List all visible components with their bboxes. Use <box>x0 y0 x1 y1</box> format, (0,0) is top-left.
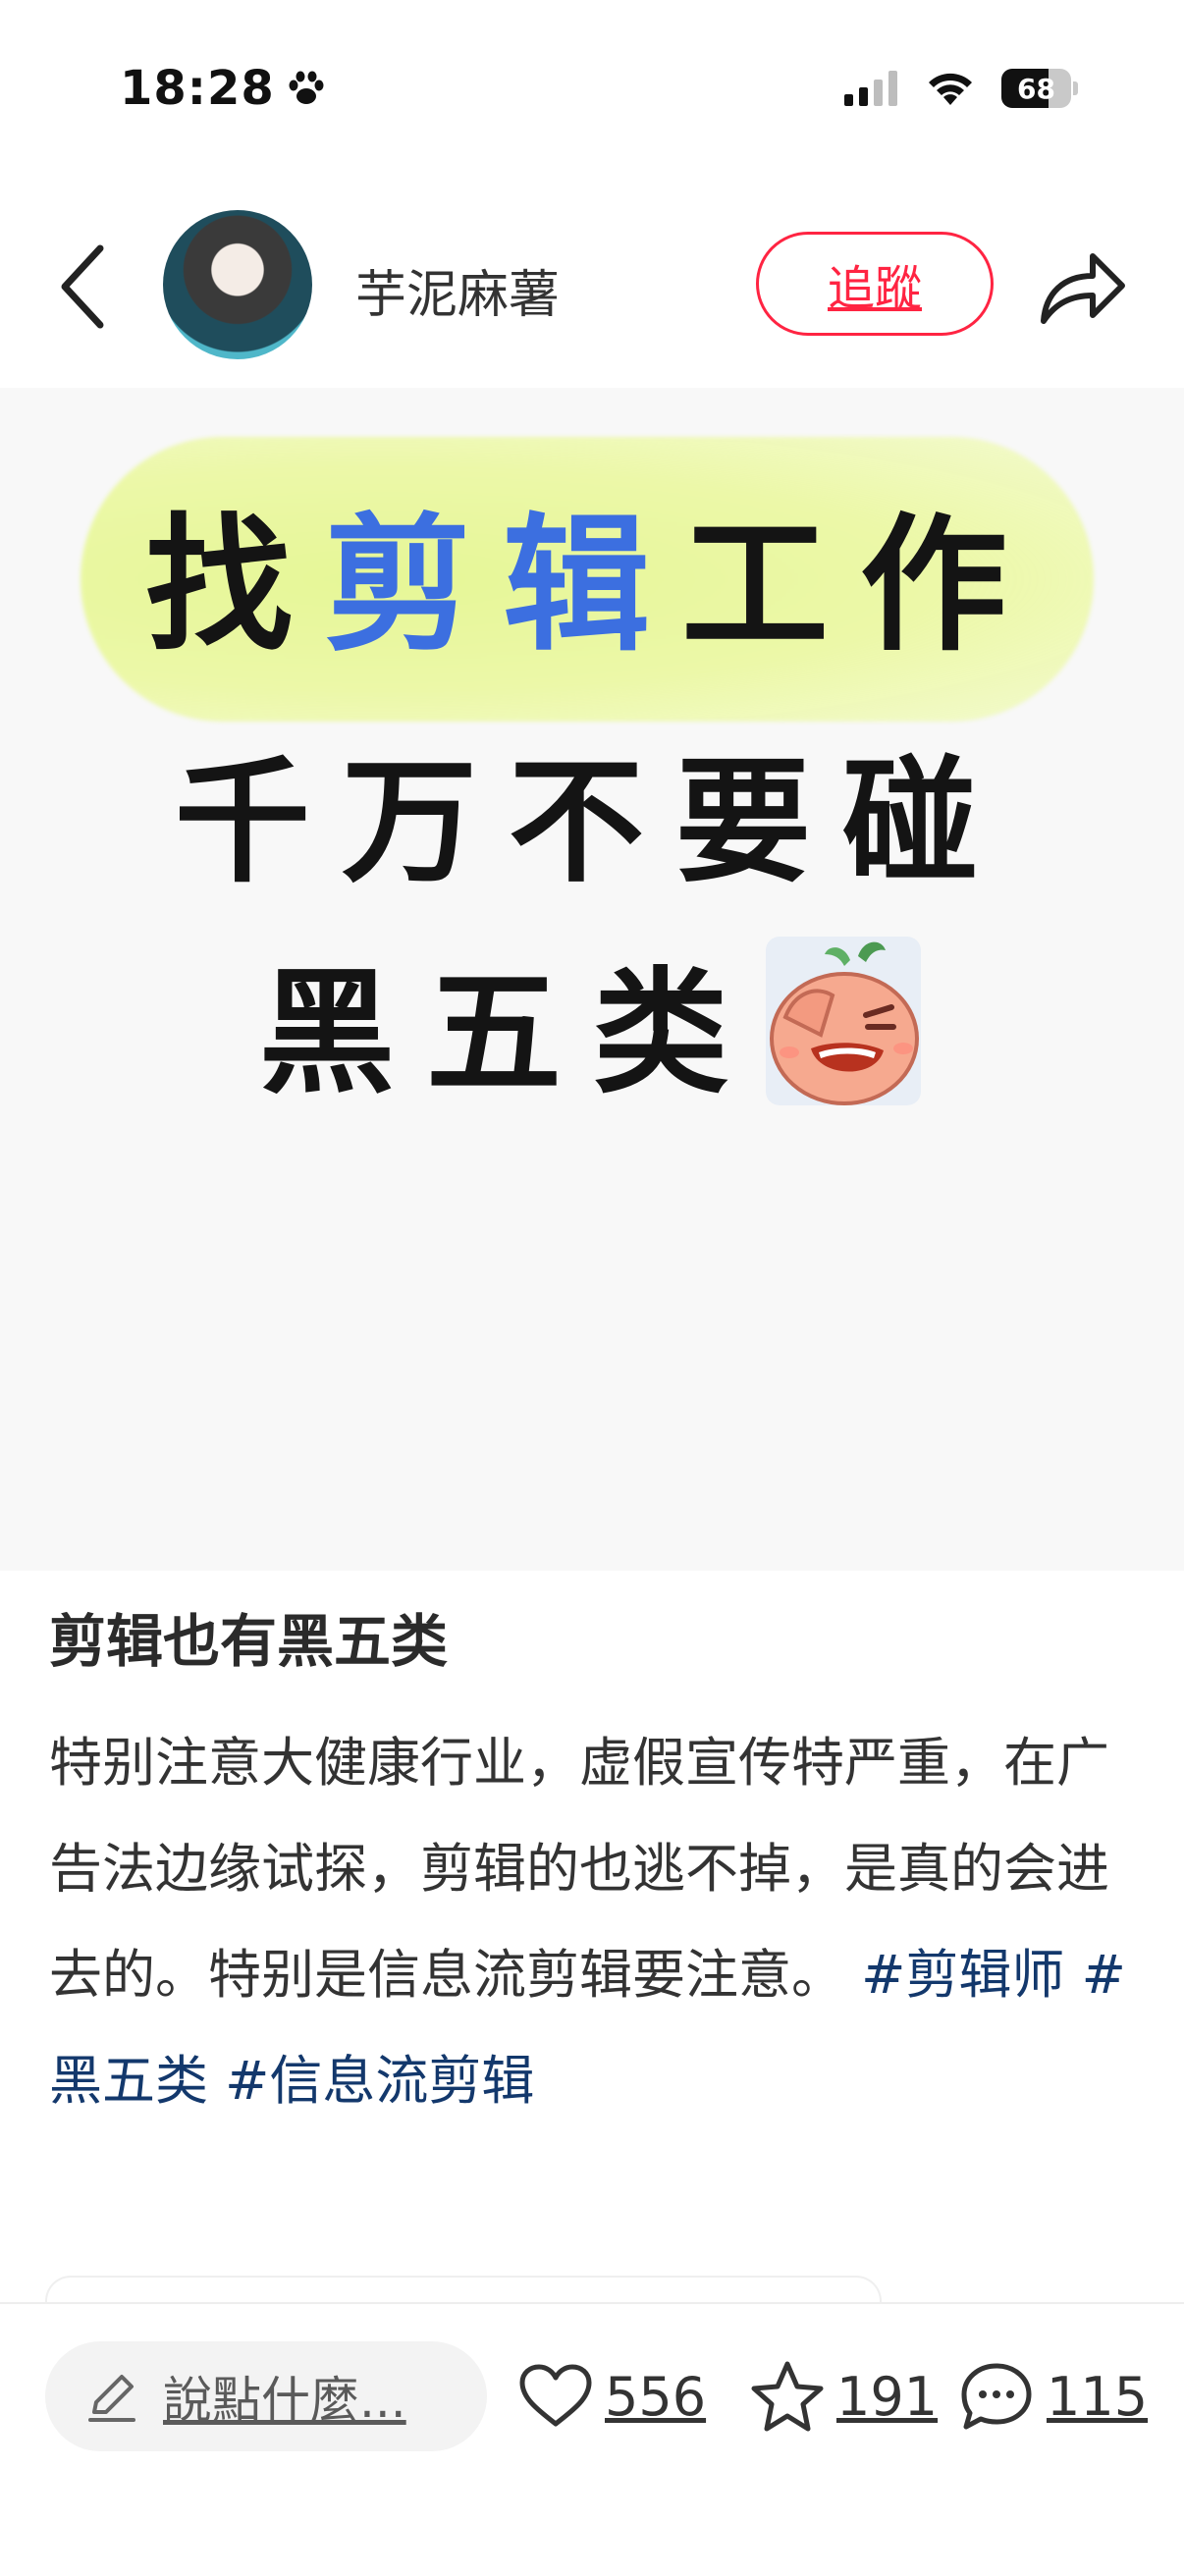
pencil-icon <box>88 2375 135 2422</box>
collect-count: 191 <box>836 2365 939 2428</box>
back-icon <box>61 244 104 329</box>
follow-button[interactable]: 追蹤 <box>756 232 994 336</box>
star-icon <box>751 2361 824 2432</box>
time-text: 18:28 <box>120 61 275 116</box>
author-name[interactable]: 芋泥麻薯 <box>355 253 560 327</box>
status-time: 18:28 <box>120 61 328 116</box>
paw-icon <box>289 71 324 104</box>
post-content: 剪辑也有黑五类 特别注意大健康行业，虚假宣传特严重，在广告法边缘试探，剪辑的也逃… <box>49 1600 1139 2134</box>
cover-accent-text: 剪辑 <box>323 501 681 671</box>
comment-placeholder: 說點什麼... <box>163 2372 406 2429</box>
cover-line-3: 黑五类 <box>0 923 1184 1119</box>
back-button[interactable] <box>47 238 118 336</box>
avatar[interactable] <box>163 210 312 359</box>
wifi-icon <box>929 73 972 105</box>
post-header: 芋泥麻薯 追蹤 <box>0 187 1184 388</box>
cover-line-1: 找剪辑工作 <box>0 466 1184 679</box>
cover-image[interactable]: 找剪辑工作 千万不要碰 黑五类 <box>0 388 1184 1571</box>
bottom-action-bar: 說點什麼... 556 191 115 <box>0 2302 1184 2576</box>
facepalm-sticker-icon <box>766 937 921 1105</box>
post-title: 剪辑也有黑五类 <box>49 1608 449 1675</box>
cover-text: 工作 <box>681 501 1040 671</box>
cover-line-2: 千万不要碰 <box>174 743 1009 901</box>
cover-text: 黑五类 <box>258 954 760 1112</box>
hashtag[interactable]: #剪辑师 <box>861 1944 1064 2006</box>
comment-count: 115 <box>1047 2365 1149 2428</box>
status-bar: 18:28 68 <box>0 0 1184 187</box>
comments-button[interactable]: 115 <box>958 2341 1148 2451</box>
share-button[interactable] <box>1033 243 1131 332</box>
collect-button[interactable]: 191 <box>750 2341 938 2451</box>
cover-text: 找 <box>144 501 324 671</box>
battery-level: 68 <box>1017 72 1056 105</box>
comment-bubble-icon <box>961 2363 1032 2430</box>
share-icon <box>1041 253 1125 324</box>
post-body: 特别注意大健康行业，虚假宣传特严重，在广告法边缘试探，剪辑的也逃不掉，是真的会进… <box>49 1710 1139 2134</box>
like-count: 556 <box>605 2365 707 2428</box>
battery-icon: 68 <box>1001 69 1078 108</box>
comment-input[interactable]: 說點什麼... <box>45 2341 487 2451</box>
signal-icon <box>844 71 897 106</box>
like-button[interactable]: 556 <box>518 2341 706 2451</box>
hashtag[interactable]: #信息流剪辑 <box>225 2050 534 2112</box>
heart-icon <box>519 2364 592 2427</box>
status-indicators: 68 <box>844 69 1078 108</box>
